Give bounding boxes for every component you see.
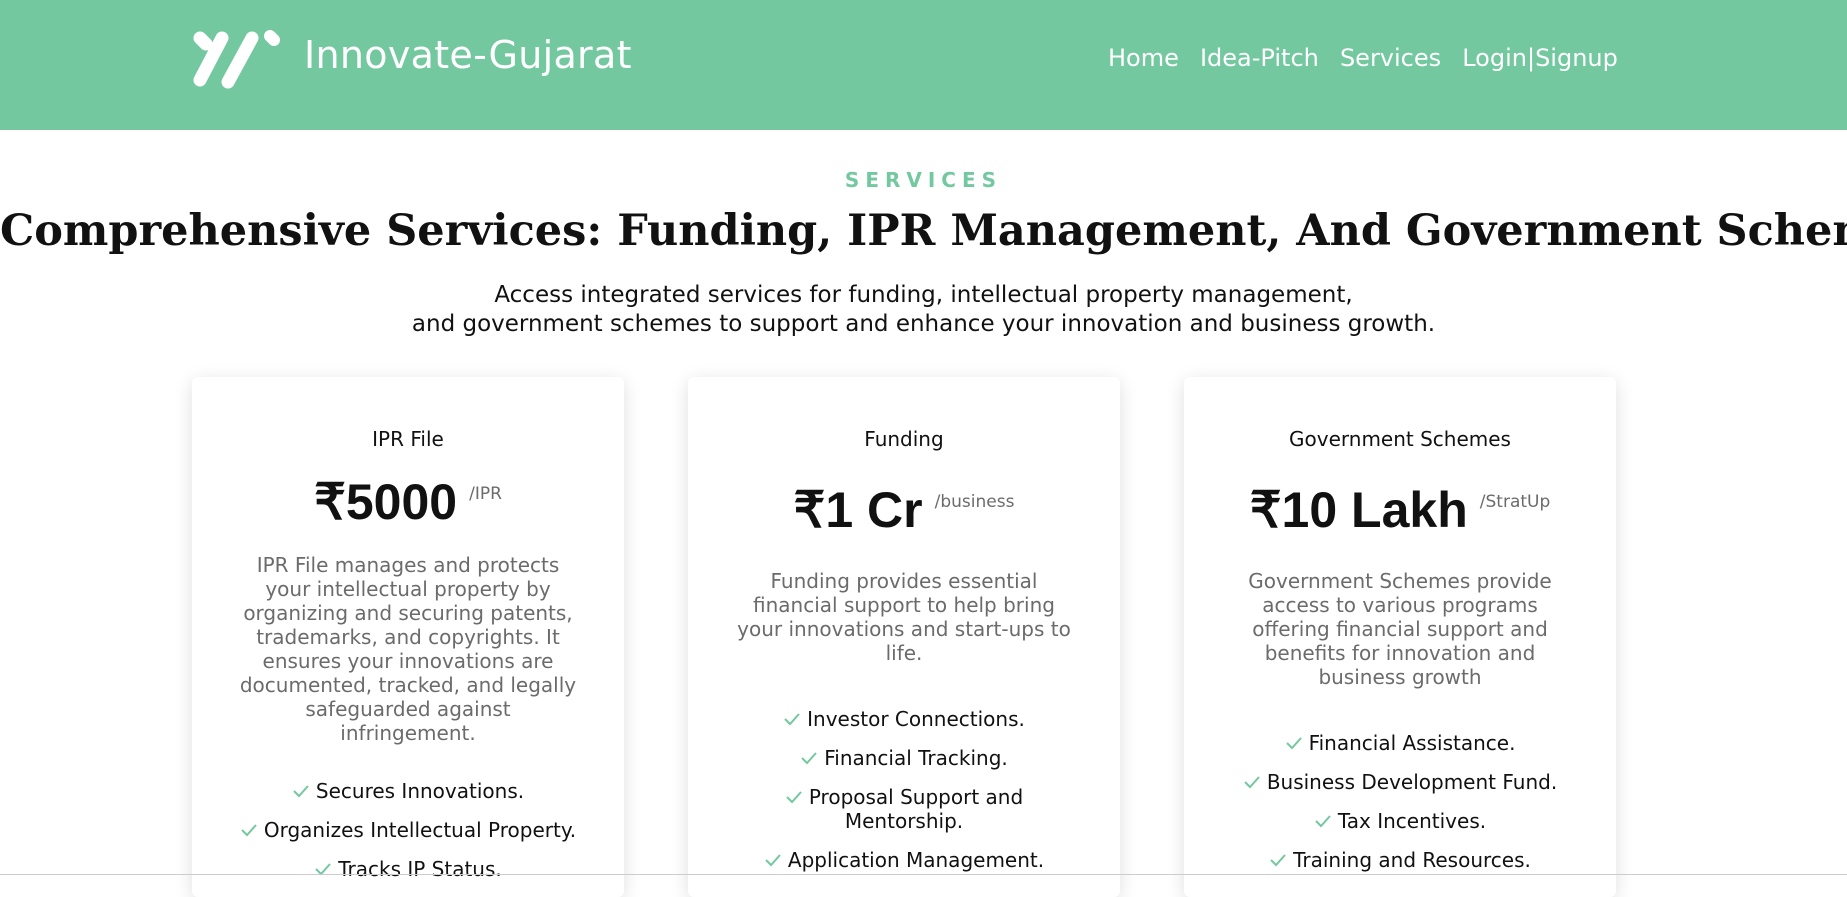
feature-label: Tax Incentives. — [1337, 809, 1487, 833]
check-icon — [241, 824, 257, 837]
brand-name[interactable]: Innovate-Gujarat — [304, 33, 632, 77]
feature-label: Financial Tracking. — [824, 746, 1008, 770]
top-nav-bar: Innovate-Gujarat Home Idea-Pitch Service… — [0, 0, 1847, 130]
check-icon — [1315, 815, 1331, 828]
feature-label: Tracks IP Status. — [338, 857, 502, 881]
check-icon — [801, 752, 817, 765]
feature-list: Financial Assistance. Business Developme… — [1184, 731, 1616, 872]
feature-item: Organizes Intellectual Property. — [192, 818, 624, 842]
main-nav: Home Idea-Pitch Services Login|Signup — [1108, 44, 1634, 80]
feature-item: Secures Innovations. — [192, 779, 624, 803]
feature-label: Training and Resources. — [1293, 848, 1531, 872]
brand-logo-icon[interactable] — [192, 28, 282, 92]
feature-label: Proposal Support and Mentorship. — [808, 785, 1024, 833]
price-value: ₹5000 — [314, 474, 458, 530]
check-icon — [786, 791, 802, 804]
feature-item: Financial Tracking. — [688, 746, 1120, 770]
subtitle-line-1: Access integrated services for funding, … — [494, 282, 1353, 308]
price-row: ₹1 Cr/business — [688, 481, 1120, 539]
check-icon — [784, 713, 800, 726]
feature-item: Financial Assistance. — [1184, 731, 1616, 755]
check-icon — [1244, 776, 1260, 789]
price-unit: /StratUp — [1479, 491, 1551, 512]
feature-label: Business Development Fund. — [1266, 770, 1558, 794]
feature-label: Organizes Intellectual Property. — [263, 818, 577, 842]
card-title: Funding — [864, 427, 944, 451]
check-icon — [1270, 854, 1286, 867]
feature-item: Proposal Support and Mentorship. — [774, 785, 1034, 833]
price-unit: /business — [934, 491, 1015, 512]
feature-list: Investor Connections. Financial Tracking… — [688, 707, 1120, 872]
card-title: Government Schemes — [1289, 427, 1511, 451]
feature-label: Secures Innovations. — [315, 779, 525, 803]
price-row: ₹10 Lakh/StratUp — [1184, 481, 1616, 539]
feature-list: Secures Innovations. Organizes Intellect… — [192, 779, 624, 881]
feature-label: Investor Connections. — [807, 707, 1025, 731]
check-icon — [1285, 737, 1302, 750]
feature-item: Investor Connections. — [688, 707, 1120, 731]
price-value: ₹10 Lakh — [1249, 482, 1468, 538]
nav-services-link[interactable]: Services — [1340, 44, 1441, 72]
service-card-ipr: IPR File ₹5000/IPR IPR File manages and … — [192, 377, 624, 897]
feature-item: Application Management. — [688, 848, 1120, 872]
feature-item: Training and Resources. — [1184, 848, 1616, 872]
card-description: IPR File manages and protects your intel… — [239, 553, 577, 745]
feature-label: Financial Assistance. — [1308, 731, 1516, 755]
service-card-funding: Funding ₹1 Cr/business Funding provides … — [688, 377, 1120, 897]
nav-home-link[interactable]: Home — [1108, 44, 1179, 72]
check-icon — [293, 785, 309, 798]
card-description: Government Schemes provide access to var… — [1248, 569, 1552, 689]
card-description: Funding provides essential financial sup… — [737, 569, 1071, 665]
check-icon — [765, 854, 781, 867]
card-title: IPR File — [372, 427, 444, 451]
feature-label: Application Management. — [787, 848, 1045, 872]
service-card-government-schemes: Government Schemes ₹10 Lakh/StratUp Gove… — [1184, 377, 1616, 897]
page-headline: Comprehensive Services: Funding, IPR Man… — [0, 206, 1847, 256]
nav-idea-pitch-link[interactable]: Idea-Pitch — [1200, 44, 1319, 72]
feature-item: Tax Incentives. — [1184, 809, 1616, 833]
nav-login-signup-link[interactable]: Login|Signup — [1462, 44, 1618, 72]
price-value: ₹1 Cr — [793, 482, 923, 538]
price-unit: /IPR — [469, 483, 502, 504]
price-row: ₹5000/IPR — [192, 473, 624, 531]
feature-item: Tracks IP Status. — [192, 857, 624, 881]
subtitle-line-2: and government schemes to support and en… — [411, 311, 1436, 337]
page-subtitle: Access integrated services for funding, … — [0, 281, 1847, 339]
feature-item: Business Development Fund. — [1184, 770, 1616, 794]
section-eyebrow: SERVICES — [844, 168, 1003, 192]
